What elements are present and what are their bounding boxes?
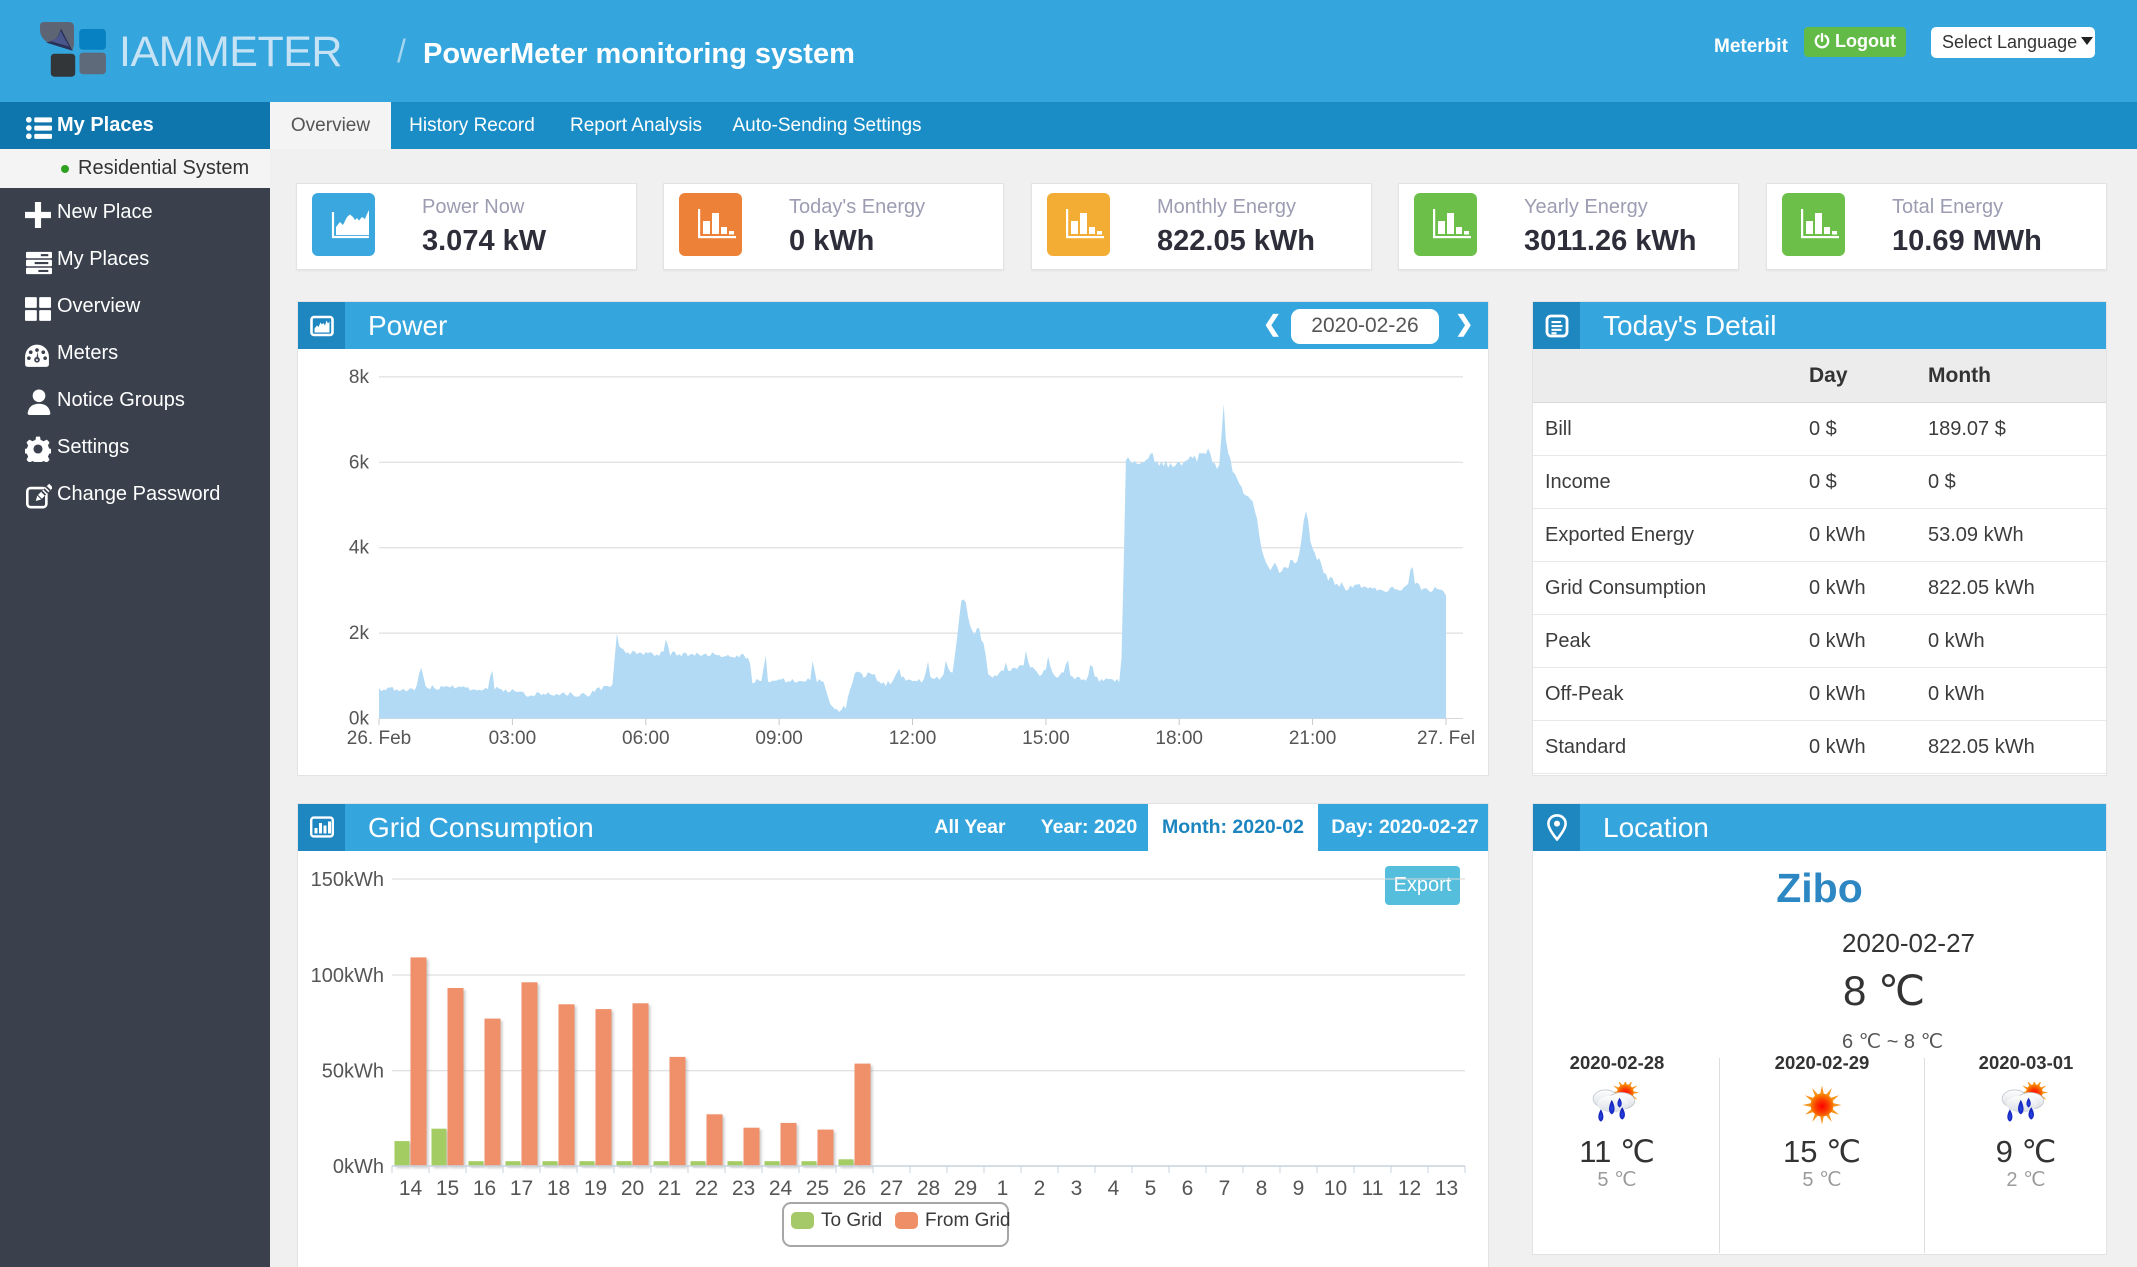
svg-text:15: 15 — [436, 1177, 459, 1200]
svg-text:12: 12 — [1398, 1177, 1421, 1200]
svg-text:14: 14 — [399, 1177, 423, 1200]
svg-text:26. Feb: 26. Feb — [347, 728, 411, 749]
svg-text:29: 29 — [954, 1177, 977, 1200]
svg-text:8: 8 — [1256, 1177, 1268, 1200]
svg-text:25: 25 — [806, 1177, 829, 1200]
svg-text:2: 2 — [1034, 1177, 1046, 1200]
svg-text:09:00: 09:00 — [755, 728, 803, 749]
svg-text:6: 6 — [1182, 1177, 1194, 1200]
svg-text:1: 1 — [997, 1177, 1009, 1200]
svg-text:21: 21 — [658, 1177, 681, 1200]
svg-text:13: 13 — [1435, 1177, 1458, 1200]
svg-text:28: 28 — [917, 1177, 940, 1200]
svg-text:27. Fel: 27. Fel — [1417, 728, 1475, 749]
svg-text:19: 19 — [584, 1177, 607, 1200]
svg-text:3: 3 — [1071, 1177, 1083, 1200]
svg-text:21:00: 21:00 — [1289, 728, 1337, 749]
svg-text:15:00: 15:00 — [1022, 728, 1070, 749]
svg-text:18:00: 18:00 — [1155, 728, 1203, 749]
svg-text:26: 26 — [843, 1177, 866, 1200]
svg-text:24: 24 — [769, 1177, 793, 1200]
svg-text:06:00: 06:00 — [622, 728, 670, 749]
svg-text:03:00: 03:00 — [489, 728, 537, 749]
svg-text:7: 7 — [1219, 1177, 1231, 1200]
svg-text:23: 23 — [732, 1177, 755, 1200]
svg-text:100kWh: 100kWh — [311, 965, 384, 987]
svg-text:10: 10 — [1324, 1177, 1347, 1200]
svg-text:4: 4 — [1108, 1177, 1120, 1200]
svg-text:22: 22 — [695, 1177, 718, 1200]
svg-text:0kWh: 0kWh — [333, 1156, 384, 1178]
svg-text:17: 17 — [510, 1177, 533, 1200]
svg-text:From Grid: From Grid — [925, 1210, 1011, 1231]
svg-text:150kWh: 150kWh — [311, 869, 384, 891]
svg-text:18: 18 — [547, 1177, 570, 1200]
svg-text:20: 20 — [621, 1177, 644, 1200]
svg-text:4k: 4k — [349, 538, 370, 559]
svg-text:12:00: 12:00 — [889, 728, 937, 749]
svg-text:27: 27 — [880, 1177, 903, 1200]
svg-text:50kWh: 50kWh — [322, 1061, 384, 1083]
svg-text:0k: 0k — [349, 709, 370, 730]
svg-text:9: 9 — [1293, 1177, 1305, 1200]
svg-text:8k: 8k — [349, 367, 370, 388]
svg-text:To Grid: To Grid — [821, 1210, 882, 1231]
svg-text:5: 5 — [1145, 1177, 1157, 1200]
svg-text:11: 11 — [1362, 1177, 1384, 1200]
svg-text:6k: 6k — [349, 452, 370, 473]
svg-text:16: 16 — [473, 1177, 496, 1200]
svg-text:2k: 2k — [349, 623, 370, 644]
